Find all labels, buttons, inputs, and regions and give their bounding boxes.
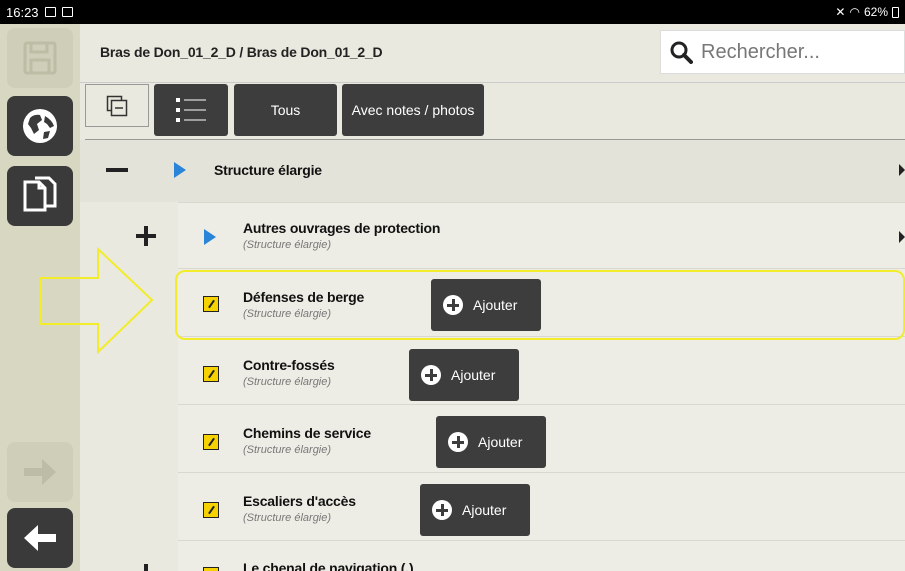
group-title: Autres ouvrages de protection <box>243 220 441 236</box>
filter-all-button[interactable]: Tous <box>234 84 337 136</box>
arrow-left-icon <box>24 525 56 551</box>
section-title: Structure élargie <box>214 162 322 178</box>
expand-plus-icon[interactable] <box>144 564 148 571</box>
edit-icon <box>203 434 219 450</box>
status-bar: 16:23 ✕ ◠ 62% <box>0 0 905 24</box>
add-button[interactable]: Ajouter <box>409 349 519 401</box>
filter-notes-photos-button[interactable]: Avec notes / photos <box>342 84 484 136</box>
globe-icon <box>23 109 57 143</box>
annotation-arrow-icon <box>40 246 154 355</box>
next-button[interactable] <box>7 442 73 502</box>
wifi-icon: ◠ <box>849 5 860 19</box>
collapse-icon <box>106 95 128 116</box>
save-button[interactable] <box>7 28 73 88</box>
item-title: Contre-fossés <box>243 357 335 373</box>
list-view-button[interactable] <box>154 84 228 136</box>
expand-arrow-icon <box>174 162 186 178</box>
edit-icon <box>203 502 219 518</box>
map-button[interactable] <box>7 96 73 156</box>
battery-level: 62% <box>863 5 888 19</box>
item-title: Escaliers d'accès <box>243 493 356 509</box>
list-item[interactable]: Le chenal de navigation (.) <box>80 540 905 571</box>
list-item[interactable]: Contre-fossés (Structure élargie) Ajoute… <box>80 336 905 404</box>
screenshot-notification-icon <box>61 7 73 17</box>
header: Bras de Don_01_2_D / Bras de Don_01_2_D … <box>80 24 905 83</box>
add-circle-icon <box>421 365 441 385</box>
tree-section-row[interactable]: Structure élargie <box>80 140 905 202</box>
add-button[interactable]: Ajouter <box>436 416 546 468</box>
gallery-notification-icon <box>44 7 56 17</box>
breadcrumb: Bras de Don_01_2_D / Bras de Don_01_2_D <box>100 44 383 60</box>
expand-plus-icon[interactable] <box>136 226 156 246</box>
collapse-all-button[interactable] <box>85 84 149 127</box>
battery-icon <box>892 6 899 18</box>
add-button-label: Ajouter <box>462 502 507 518</box>
item-subtitle: (Structure élargie) <box>243 512 332 524</box>
documents-button[interactable] <box>7 166 73 226</box>
item-subtitle: (Structure élargie) <box>243 376 332 388</box>
search-icon <box>670 41 693 64</box>
toolbar: Tous Avec notes / photos <box>80 83 905 140</box>
back-button[interactable] <box>7 508 73 568</box>
chevron-right-icon <box>899 164 905 176</box>
edit-icon <box>203 567 219 571</box>
add-button-label: Ajouter <box>451 367 496 383</box>
add-circle-icon <box>432 500 452 520</box>
add-button-label: Ajouter <box>478 434 523 450</box>
highlight-outline <box>175 270 905 340</box>
save-icon <box>23 41 57 75</box>
add-circle-icon <box>448 432 468 452</box>
copy-documents-icon <box>23 176 57 212</box>
list-icon <box>176 98 206 122</box>
collapse-section-button[interactable] <box>106 168 128 172</box>
mute-icon: ✕ <box>835 5 846 19</box>
list-item[interactable]: Escaliers d'accès (Structure élargie) Aj… <box>80 472 905 540</box>
tree-group-row[interactable]: Autres ouvrages de protection (Structure… <box>80 202 905 268</box>
item-title: Chemins de service <box>243 425 371 441</box>
item-title: Le chenal de navigation (.) <box>243 560 414 571</box>
search-box[interactable]: Rechercher... <box>660 30 905 74</box>
search-input[interactable]: Rechercher... <box>701 41 820 64</box>
list-item[interactable]: Chemins de service (Structure élargie) A… <box>80 404 905 472</box>
item-subtitle: (Structure élargie) <box>243 444 332 456</box>
expand-arrow-icon <box>204 229 216 245</box>
edit-icon <box>203 366 219 382</box>
add-button[interactable]: Ajouter <box>420 484 530 536</box>
chevron-right-icon <box>899 231 905 243</box>
arrow-right-icon <box>24 459 56 485</box>
group-subtitle: (Structure élargie) <box>243 239 332 251</box>
status-time: 16:23 <box>6 4 39 20</box>
